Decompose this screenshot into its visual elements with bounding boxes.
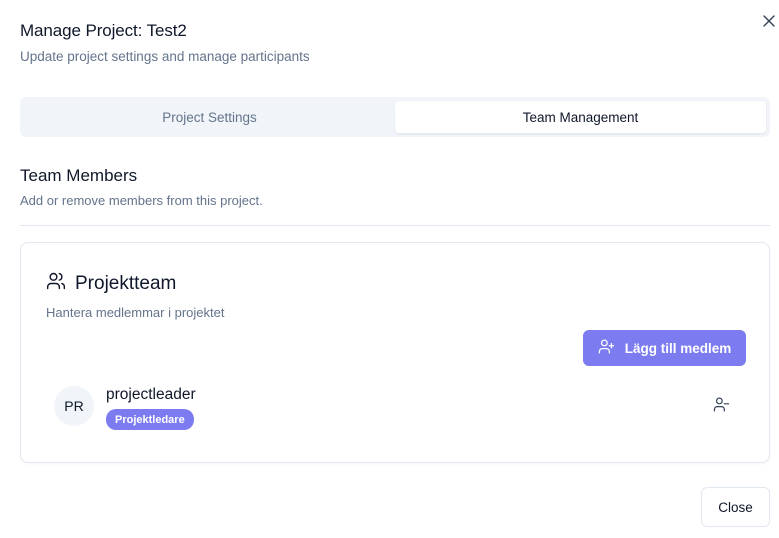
dialog-subtitle: Update project settings and manage parti… (20, 49, 310, 64)
role-badge: Projektledare (106, 409, 194, 430)
users-icon (46, 271, 66, 296)
card-title: Projektteam (75, 272, 177, 294)
member-name: projectleader (106, 386, 196, 403)
card-header: Projektteam (46, 271, 176, 296)
tab-list: Project Settings Team Management (20, 97, 770, 137)
member-row: PR projectleader Projektledare (54, 384, 734, 434)
user-plus-icon (598, 338, 615, 358)
close-icon[interactable] (762, 14, 776, 28)
add-member-label: Lägg till medlem (624, 340, 732, 356)
user-minus-icon (713, 396, 730, 418)
section-title: Team Members (20, 166, 138, 185)
project-team-card: Projektteam Hantera medlemmar i projekte… (20, 242, 770, 463)
add-member-button[interactable]: Lägg till medlem (583, 330, 746, 366)
card-description: Hantera medlemmar i projektet (46, 305, 225, 320)
divider (20, 225, 770, 226)
manage-project-dialog: Manage Project: Test2 Update project set… (0, 0, 779, 538)
dialog-title: Manage Project: Test2 (20, 21, 187, 40)
close-button[interactable]: Close (701, 487, 770, 527)
tab-project-settings[interactable]: Project Settings (24, 101, 395, 133)
remove-member-button[interactable] (710, 396, 732, 418)
section-description: Add or remove members from this project. (20, 193, 263, 208)
avatar: PR (54, 386, 94, 426)
tab-team-management[interactable]: Team Management (395, 101, 766, 133)
